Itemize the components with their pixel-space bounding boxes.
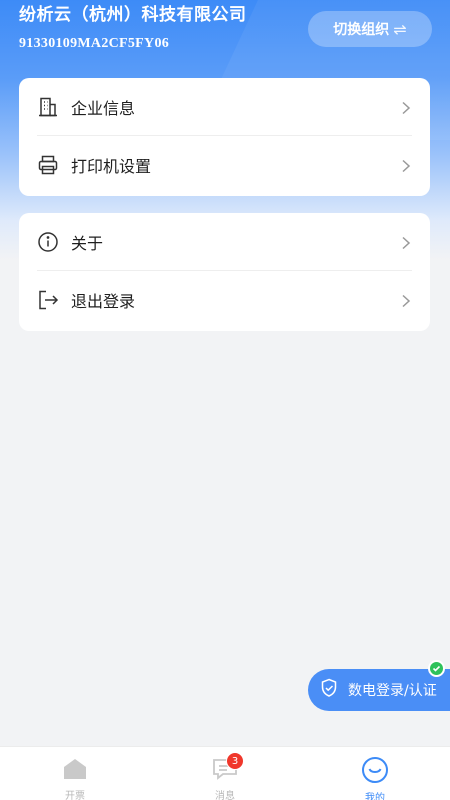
tab-messages[interactable]: 3 消息 xyxy=(150,747,300,800)
tab-mine[interactable]: 我的 xyxy=(300,747,450,800)
company-name: 纷析云（杭州）科技有限公司 xyxy=(19,5,247,25)
tab-invoice[interactable]: 开票 xyxy=(0,747,150,800)
chevron-right-icon xyxy=(400,293,412,308)
menu-item-label: 退出登录 xyxy=(71,292,136,311)
menu-card-company: 企业信息 打印机设置 xyxy=(19,78,430,196)
menu-item-about[interactable]: 关于 xyxy=(37,213,412,271)
menu-item-company-info[interactable]: 企业信息 xyxy=(37,78,412,136)
message-badge: 3 xyxy=(226,752,244,770)
swap-arrows-icon: ⇌ xyxy=(393,19,407,39)
menu-item-label: 企业信息 xyxy=(71,98,136,118)
bottom-tabbar: 开票 3 消息 我的 xyxy=(0,746,450,800)
tab-label: 开票 xyxy=(65,791,85,800)
chevron-right-icon xyxy=(400,100,412,114)
switch-org-button[interactable]: 切换组织 ⇌ xyxy=(308,11,432,47)
chevron-right-icon xyxy=(400,235,412,249)
tab-label: 消息 xyxy=(215,791,235,800)
info-icon xyxy=(37,231,59,253)
menu-item-label: 关于 xyxy=(71,233,104,253)
digital-login-label: 数电登录/认证 xyxy=(348,683,437,699)
smile-icon xyxy=(361,756,389,784)
tab-label: 我的 xyxy=(365,793,385,800)
menu-item-label: 打印机设置 xyxy=(71,157,152,176)
shield-check-icon xyxy=(320,678,338,702)
switch-org-label: 切换组织 xyxy=(333,22,390,38)
menu-item-printer-settings[interactable]: 打印机设置 xyxy=(37,136,412,194)
menu-item-logout[interactable]: 退出登录 xyxy=(37,271,412,329)
menu-card-account: 关于 退出登录 xyxy=(19,213,430,331)
home-icon xyxy=(61,756,89,782)
tax-id: 91330109MA2CF5FY06 xyxy=(19,36,170,51)
building-icon xyxy=(37,96,59,118)
logout-icon xyxy=(37,289,59,311)
chevron-right-icon xyxy=(400,158,412,173)
digital-login-button[interactable]: 数电登录/认证 xyxy=(308,669,450,711)
verified-check-icon xyxy=(428,660,445,677)
printer-icon xyxy=(37,154,59,176)
